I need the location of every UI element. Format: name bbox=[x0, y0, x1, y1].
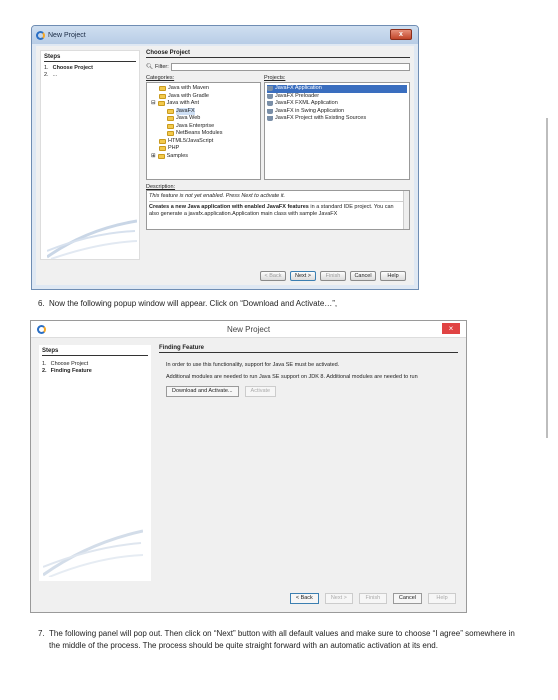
folder-icon bbox=[159, 138, 166, 144]
close-button[interactable]: x bbox=[390, 29, 412, 40]
step-7-number: 7. bbox=[38, 629, 45, 638]
panel-header: Choose Project bbox=[146, 50, 410, 58]
tree-item[interactable]: NetBeans Modules bbox=[149, 130, 258, 138]
project-item-selected[interactable]: JavaFX Application bbox=[267, 85, 407, 93]
filter-label: Filter: bbox=[154, 64, 169, 70]
folder-icon bbox=[157, 101, 165, 107]
steps-header: Steps bbox=[42, 348, 148, 356]
back-button[interactable]: < Back bbox=[289, 593, 319, 604]
tree-item[interactable]: Java with Maven bbox=[149, 85, 258, 93]
description-scrollbar[interactable] bbox=[403, 191, 409, 229]
description-box: This feature is not yet enabled. Press N… bbox=[146, 190, 410, 230]
java-cup-icon bbox=[267, 101, 273, 107]
description-note: This feature is not yet enabled. Press N… bbox=[149, 193, 407, 202]
java-cup-icon bbox=[267, 116, 273, 122]
dialog-2-button-bar: < Back Next > Finish Cancel Help bbox=[289, 593, 456, 604]
new-project-dialog-2: New Project × Steps 1. Choose Project 2.… bbox=[30, 320, 467, 613]
filter-input[interactable] bbox=[170, 63, 410, 71]
java-cup-icon bbox=[267, 93, 273, 99]
folder-icon bbox=[159, 86, 166, 92]
tree-item[interactable]: HTML5/JavaScript bbox=[149, 138, 258, 146]
finish-button[interactable]: Finish bbox=[320, 271, 346, 281]
netbeans-swoosh-graphic bbox=[43, 529, 143, 577]
step-label-current: Finding Feature bbox=[50, 368, 92, 374]
tree-item[interactable]: Java with Gradle bbox=[149, 93, 258, 101]
categories-tree[interactable]: Java with Maven Java with Gradle ⊟ Java w… bbox=[146, 82, 261, 180]
java-cup-icon bbox=[267, 86, 273, 92]
steps-panel: Steps 1. Choose Project 2. Finding Featu… bbox=[39, 345, 151, 581]
filter-row: 🔍︎ Filter: bbox=[146, 63, 410, 71]
step-item: 1. Choose Project bbox=[42, 361, 89, 367]
netbeans-swoosh-graphic bbox=[47, 219, 137, 259]
step-item: 2. ... bbox=[44, 72, 58, 78]
projects-label: Projects: bbox=[264, 75, 286, 81]
description-text: Creates a new Java application with enab… bbox=[149, 204, 394, 217]
tree-item[interactable]: ⊟ Java with Ant bbox=[149, 100, 258, 108]
step-7-paragraph: 7. The following panel will pop out. The… bbox=[38, 628, 523, 652]
categories-column: Categories: Java with Maven Java with Gr… bbox=[146, 75, 261, 180]
netbeans-logo-icon bbox=[36, 30, 45, 40]
panel-header: Finding Feature bbox=[159, 345, 458, 353]
folder-icon bbox=[159, 146, 166, 152]
project-item[interactable]: JavaFX Project with Existing Sources bbox=[267, 115, 407, 123]
dialog-1-title: New Project bbox=[48, 31, 86, 39]
tree-item[interactable]: PHP bbox=[149, 145, 258, 153]
categories-label: Categories: bbox=[146, 75, 175, 81]
help-button[interactable]: Help bbox=[380, 271, 406, 281]
tree-item[interactable]: Java Web bbox=[149, 115, 258, 123]
step-label-current: Choose Project bbox=[52, 65, 93, 71]
folder-icon bbox=[157, 153, 165, 159]
folder-icon bbox=[167, 123, 174, 129]
dialog-2-title: New Project bbox=[226, 324, 271, 334]
help-button[interactable]: Help bbox=[428, 593, 456, 604]
project-item[interactable]: JavaFX Preloader bbox=[267, 93, 407, 101]
next-button[interactable]: Next > bbox=[290, 271, 316, 281]
close-button[interactable]: × bbox=[442, 323, 460, 334]
folder-icon bbox=[167, 108, 174, 114]
step-7-text: The following panel will pop out. Then c… bbox=[49, 629, 515, 650]
finish-button[interactable]: Finish bbox=[358, 593, 387, 604]
dialog-1-button-bar: < Back Next > Finish Cancel Help bbox=[260, 271, 406, 281]
steps-panel: Steps 1. Choose Project 2. ... bbox=[40, 50, 140, 260]
cancel-button[interactable]: Cancel bbox=[392, 593, 422, 604]
activate-button[interactable]: Activate bbox=[244, 386, 277, 397]
step-item: 1. Choose Project bbox=[44, 65, 93, 71]
cancel-button[interactable]: Cancel bbox=[350, 271, 376, 281]
activation-buttons: Download and Activate... Activate bbox=[166, 386, 458, 397]
page-scrollbar[interactable] bbox=[546, 118, 548, 438]
dialog-1-body: Steps 1. Choose Project 2. ... Choose Pr… bbox=[36, 46, 414, 285]
project-item[interactable]: JavaFX in Swing Application bbox=[267, 108, 407, 116]
projects-list[interactable]: JavaFX Application JavaFX Preloader Java… bbox=[264, 82, 410, 180]
folder-icon bbox=[167, 131, 174, 137]
step-6-paragraph: 6. Now the following popup window will a… bbox=[38, 298, 518, 310]
back-button[interactable]: < Back bbox=[260, 271, 286, 281]
finding-feature-panel: Finding Feature In order to use this fun… bbox=[159, 345, 458, 581]
step-6-text: Now the following popup window will appe… bbox=[49, 299, 338, 308]
choose-project-panel: Choose Project 🔍︎ Filter: Categories: Ja… bbox=[146, 50, 410, 262]
folder-icon bbox=[167, 116, 174, 122]
new-project-dialog-1: New Project x Steps 1. Choose Project 2.… bbox=[31, 25, 419, 290]
next-button[interactable]: Next > bbox=[324, 593, 353, 604]
tree-item[interactable]: Java Enterprise bbox=[149, 123, 258, 131]
folder-icon bbox=[159, 93, 166, 99]
activation-message: In order to use this functionality, supp… bbox=[166, 362, 340, 368]
step-item: 2. Finding Feature bbox=[42, 368, 92, 374]
download-and-activate-button[interactable]: Download and Activate... bbox=[166, 386, 239, 397]
dialog-2-titlebar: New Project × bbox=[31, 321, 466, 338]
netbeans-logo-icon bbox=[37, 325, 46, 334]
modules-message: Additional modules are needed to run Jav… bbox=[166, 374, 418, 380]
step-6-number: 6. bbox=[38, 299, 45, 308]
tree-item-selected[interactable]: JavaFX bbox=[149, 107, 258, 115]
dialog-1-titlebar: New Project x bbox=[32, 26, 418, 44]
project-item[interactable]: JavaFX FXML Application bbox=[267, 100, 407, 108]
lists-row: Categories: Java with Maven Java with Gr… bbox=[146, 75, 410, 180]
search-icon: 🔍︎ bbox=[146, 64, 153, 70]
tree-item[interactable]: ⊞ Samples bbox=[149, 153, 258, 161]
steps-header: Steps bbox=[44, 54, 136, 62]
java-cup-icon bbox=[267, 108, 273, 114]
projects-column: Projects: JavaFX Application JavaFX Prel… bbox=[264, 75, 410, 180]
